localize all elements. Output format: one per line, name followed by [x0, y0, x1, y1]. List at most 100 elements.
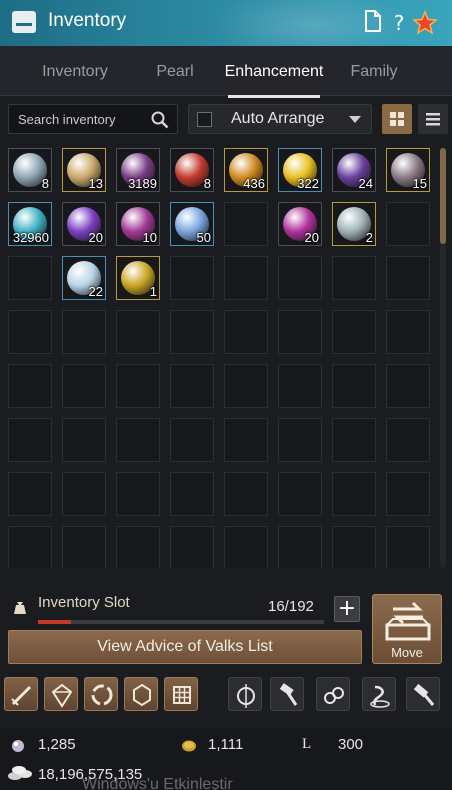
inventory-slot[interactable]: [170, 364, 214, 408]
document-icon[interactable]: [362, 10, 384, 36]
inventory-slot[interactable]: [62, 526, 106, 568]
inventory-slot[interactable]: 13: [62, 148, 106, 192]
tab-pearl[interactable]: Pearl: [130, 46, 220, 96]
inventory-slot[interactable]: [332, 526, 376, 568]
inventory-slot[interactable]: [332, 364, 376, 408]
inventory-slot[interactable]: 1: [116, 256, 160, 300]
item-quantity: 322: [297, 176, 319, 191]
view-advice-button[interactable]: View Advice of Valks List: [8, 630, 362, 664]
alchemy-icon[interactable]: [362, 677, 396, 711]
inventory-slot[interactable]: [8, 364, 52, 408]
inventory-slot[interactable]: [224, 418, 268, 462]
capacity-bar-fill: [38, 620, 71, 624]
inventory-slot[interactable]: 20: [62, 202, 106, 246]
inventory-slot[interactable]: [224, 256, 268, 300]
list-view-button[interactable]: [418, 104, 448, 134]
loyalty-amount: 300: [338, 736, 364, 753]
inventory-slot[interactable]: [278, 472, 322, 516]
inventory-slot[interactable]: [332, 310, 376, 354]
inventory-slot[interactable]: 10: [116, 202, 160, 246]
inventory-slot[interactable]: [332, 418, 376, 462]
inventory-slot[interactable]: [386, 418, 430, 462]
tab-family[interactable]: Family: [330, 46, 418, 96]
inventory-slot[interactable]: [224, 526, 268, 568]
inventory-slot[interactable]: [62, 310, 106, 354]
inventory-slot[interactable]: 24: [332, 148, 376, 192]
inventory-slot[interactable]: [116, 526, 160, 568]
auto-arrange-checkbox[interactable]: [197, 112, 212, 127]
inventory-slot[interactable]: [386, 256, 430, 300]
help-icon[interactable]: ?: [388, 10, 410, 36]
inventory-slot[interactable]: [62, 364, 106, 408]
inventory-slot[interactable]: 22: [62, 256, 106, 300]
inventory-slot[interactable]: 8: [170, 148, 214, 192]
spiral-icon[interactable]: [316, 677, 350, 711]
inventory-slot[interactable]: [224, 364, 268, 408]
inventory-slot[interactable]: [116, 472, 160, 516]
inventory-slot[interactable]: [278, 526, 322, 568]
item-quantity: 2: [365, 230, 373, 245]
tab-enhancement[interactable]: Enhancement: [220, 46, 328, 98]
inventory-slot[interactable]: [278, 418, 322, 462]
inventory-slot[interactable]: [170, 256, 214, 300]
search-icon[interactable]: [151, 111, 169, 133]
inventory-slot[interactable]: 15: [386, 148, 430, 192]
search-input[interactable]: [9, 105, 147, 133]
inventory-slot[interactable]: [8, 526, 52, 568]
grid-scrollbar-thumb[interactable]: [440, 148, 446, 244]
inventory-grid: 8 13 3189 8 436 322 24 15 32960 20 10 50 20 2 22 1: [8, 148, 432, 568]
inventory-slot[interactable]: [332, 256, 376, 300]
inventory-slot[interactable]: [386, 364, 430, 408]
inventory-slot[interactable]: [386, 202, 430, 246]
gem-icon[interactable]: [124, 677, 158, 711]
inventory-slot[interactable]: [62, 472, 106, 516]
inventory-slot[interactable]: 32960: [8, 202, 52, 246]
inventory-slot[interactable]: [170, 526, 214, 568]
inventory-slot[interactable]: [62, 418, 106, 462]
inventory-slot[interactable]: [386, 526, 430, 568]
inventory-slot[interactable]: 20: [278, 202, 322, 246]
inventory-slot-label: Inventory Slot: [38, 594, 130, 611]
crystal-icon[interactable]: [44, 677, 78, 711]
inventory-slot[interactable]: 3189: [116, 148, 160, 192]
inventory-slot[interactable]: [278, 310, 322, 354]
inventory-slot[interactable]: [8, 472, 52, 516]
inventory-slot[interactable]: [224, 472, 268, 516]
hammer-icon[interactable]: [270, 677, 304, 711]
item-quantity: 20: [88, 230, 103, 245]
inventory-slot[interactable]: [8, 256, 52, 300]
inventory-slot[interactable]: 50: [170, 202, 214, 246]
inventory-slot[interactable]: [224, 310, 268, 354]
chevron-down-icon: [349, 116, 361, 123]
sword-enhance-icon[interactable]: [4, 677, 38, 711]
inventory-slot[interactable]: [278, 256, 322, 300]
inventory-slot[interactable]: [116, 418, 160, 462]
inventory-slot[interactable]: [224, 202, 268, 246]
tab-bar: Inventory Pearl Enhancement Family: [0, 46, 452, 98]
inventory-slot[interactable]: [8, 310, 52, 354]
inventory-slot[interactable]: [8, 418, 52, 462]
inventory-slot[interactable]: 436: [224, 148, 268, 192]
inventory-slot[interactable]: [386, 472, 430, 516]
inventory-slot[interactable]: 322: [278, 148, 322, 192]
inventory-slot[interactable]: [170, 310, 214, 354]
inventory-slot[interactable]: [170, 472, 214, 516]
tab-inventory[interactable]: Inventory: [20, 46, 130, 96]
compass-icon[interactable]: [228, 677, 262, 711]
grid-view-button[interactable]: [382, 104, 412, 134]
auto-arrange-dropdown[interactable]: Auto Arrange: [188, 104, 372, 134]
inventory-slot[interactable]: [278, 364, 322, 408]
inventory-slot[interactable]: 2: [332, 202, 376, 246]
inventory-slot[interactable]: 8: [8, 148, 52, 192]
anvil-hammer-icon[interactable]: [406, 677, 440, 711]
inventory-slot[interactable]: [332, 472, 376, 516]
star-favorite-icon[interactable]: [412, 9, 438, 36]
cycle-icon[interactable]: [84, 677, 118, 711]
inventory-slot[interactable]: [386, 310, 430, 354]
inventory-slot[interactable]: [116, 310, 160, 354]
inventory-slot[interactable]: [170, 418, 214, 462]
move-button[interactable]: Move: [372, 594, 442, 664]
grid-icon[interactable]: [164, 677, 198, 711]
add-slot-button[interactable]: +: [334, 596, 360, 622]
inventory-slot[interactable]: [116, 364, 160, 408]
